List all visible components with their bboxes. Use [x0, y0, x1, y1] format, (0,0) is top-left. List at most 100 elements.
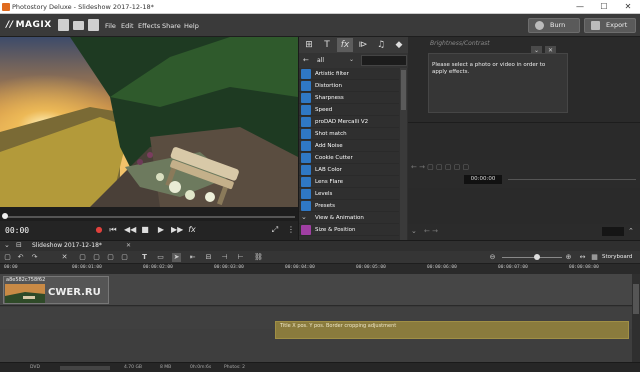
snap-icon[interactable]: ⊣: [220, 253, 229, 262]
to-start-icon[interactable]: ⏮: [108, 225, 118, 235]
effect-item[interactable]: Sharpness: [299, 92, 399, 104]
effect-item[interactable]: Artistic filter: [299, 68, 399, 80]
export-button[interactable]: Export: [584, 18, 636, 33]
effect-icon: [301, 81, 311, 91]
close-button[interactable]: ✕: [616, 0, 640, 14]
effect-item[interactable]: Lens Flare: [299, 176, 399, 188]
video-track[interactable]: a8e582c758f62 CWER.RU: [0, 274, 632, 306]
undo-arrows-icon[interactable]: ← →: [424, 227, 438, 235]
status-capacity: 4.70 GB: [124, 365, 143, 370]
effect-item[interactable]: ⌄ View & Animation: [299, 212, 399, 224]
project-tab[interactable]: Slideshow 2017-12-18*: [32, 242, 102, 249]
back-arrow-icon[interactable]: ←: [303, 56, 309, 64]
play-icon[interactable]: ▶: [156, 225, 166, 235]
tab-close-icon[interactable]: ✕: [126, 242, 131, 249]
menu-edit[interactable]: Edit: [121, 22, 134, 30]
more-options-icon[interactable]: ⋮: [286, 225, 296, 235]
select-tool-icon[interactable]: ➤: [172, 253, 181, 262]
expand-icon[interactable]: ⌃: [628, 227, 634, 235]
effect-item[interactable]: Speed: [299, 104, 399, 116]
save-icon[interactable]: [88, 19, 99, 31]
undo-icon[interactable]: ↶: [16, 253, 25, 262]
storyboard-label[interactable]: Storyboard: [602, 254, 632, 260]
photo-clip[interactable]: a8e582c758f62 CWER.RU: [3, 276, 109, 304]
status-used: 8 MB: [160, 365, 172, 370]
zoom-slider-handle[interactable]: [534, 254, 540, 260]
effects-scrollbar[interactable]: [400, 68, 407, 240]
effect-bar-label: Title X pos. Y pos. Border cropping adju…: [280, 323, 397, 329]
effect-item[interactable]: Presets: [299, 200, 399, 212]
menu-share[interactable]: Share: [162, 22, 181, 30]
link-icon[interactable]: ⛓: [254, 253, 263, 262]
range-tool-icon[interactable]: ⇤: [188, 253, 197, 262]
redo-icon[interactable]: ↷: [30, 253, 39, 262]
effect-item[interactable]: Levels: [299, 188, 399, 200]
fullscreen-icon[interactable]: ⤢: [270, 225, 280, 235]
effects-tabs: ⊞ T fx ⧐ ♫ ◆: [299, 37, 409, 53]
tab-collapse-icon[interactable]: ⊟: [16, 241, 22, 249]
time-ruler[interactable]: 00:00 00:00:01:00 00:00:02:00 00:00:03:0…: [0, 264, 640, 274]
delete-icon[interactable]: ✕: [60, 253, 69, 262]
rewind-icon[interactable]: ◀◀: [124, 225, 136, 235]
record-button[interactable]: ●: [94, 225, 104, 235]
video-preview[interactable]: [0, 37, 298, 207]
fx-button[interactable]: fx: [187, 225, 197, 235]
stop-icon[interactable]: ■: [140, 225, 150, 235]
paste-icon[interactable]: ▢: [92, 253, 101, 262]
new-file-icon[interactable]: [58, 19, 69, 31]
playhead-handle[interactable]: [2, 213, 8, 219]
maximize-button[interactable]: ☐: [592, 0, 616, 14]
effects-filter[interactable]: all: [317, 57, 324, 64]
transition-tab-icon[interactable]: ⧐: [355, 38, 371, 52]
keyframe-controls: ← → ▢ ▢ ▢ ▢ ▢ 00:00:00: [408, 160, 640, 188]
tag-tab-icon[interactable]: ◆: [391, 38, 407, 52]
project-tab-bar: ⌄ ⊟ Slideshow 2017-12-18* ✕: [0, 240, 640, 251]
burn-button[interactable]: Burn: [528, 18, 580, 33]
zoom-slider[interactable]: [502, 257, 562, 258]
zoom-out-icon[interactable]: ⊖: [488, 253, 497, 262]
align-icon[interactable]: ⊟: [204, 253, 213, 262]
minimize-button[interactable]: —: [568, 0, 592, 14]
copy-icon[interactable]: ▢: [78, 253, 87, 262]
chevron-down-icon[interactable]: ⌄: [4, 241, 10, 249]
split-icon[interactable]: ▢: [120, 253, 129, 262]
fast-forward-icon[interactable]: ▶▶: [171, 225, 183, 235]
pointer-icon[interactable]: ▢: [3, 253, 12, 262]
effect-item[interactable]: Shot match: [299, 128, 399, 140]
effect-label: proDAD Mercalli V2: [315, 119, 369, 125]
zoom-in-icon[interactable]: ⊕: [564, 253, 573, 262]
scrub-bar[interactable]: [0, 207, 298, 221]
music-tab-icon[interactable]: ♫: [373, 38, 389, 52]
fx-tab-icon[interactable]: fx: [337, 38, 353, 52]
trim-icon[interactable]: ▭: [156, 253, 165, 262]
timeline-scrollbar[interactable]: [632, 274, 640, 362]
menu-file[interactable]: File: [105, 22, 116, 30]
title-effect-bar[interactable]: Title X pos. Y pos. Border cropping adju…: [275, 321, 629, 339]
effect-item[interactable]: Cookie Cutter: [299, 152, 399, 164]
collapse-icon[interactable]: ⌄: [411, 227, 417, 235]
message-box: Please select a photo or video in order …: [428, 53, 568, 113]
effect-item[interactable]: Add Noise: [299, 140, 399, 152]
ruler-tick: 00:00:08:00: [569, 265, 599, 270]
text-icon[interactable]: T: [140, 253, 149, 262]
effects-search-input[interactable]: [361, 55, 407, 66]
storyboard-icon[interactable]: ▦: [590, 253, 599, 262]
keyframe-tools[interactable]: ← → ▢ ▢ ▢ ▢ ▢: [411, 163, 469, 171]
menu-effects[interactable]: Effects: [138, 22, 160, 30]
chevron-down-icon[interactable]: ⌄: [349, 56, 354, 63]
marker-icon[interactable]: ⊢: [236, 253, 245, 262]
fit-icon[interactable]: ↔: [578, 253, 587, 262]
effect-item[interactable]: Size & Position: [299, 224, 399, 236]
open-folder-icon[interactable]: [73, 21, 84, 30]
cut-icon[interactable]: ▢: [106, 253, 115, 262]
panel-footer: ⌄ ← → ⌃: [408, 224, 640, 240]
effect-item[interactable]: proDAD Mercalli V2: [299, 116, 399, 128]
effects-track[interactable]: Title X pos. Y pos. Border cropping adju…: [0, 321, 632, 362]
title-tab-icon[interactable]: T: [319, 38, 335, 52]
panel-title: Brightness/Contrast: [430, 40, 490, 47]
effect-item[interactable]: Distortion: [299, 80, 399, 92]
grid-tab-icon[interactable]: ⊞: [301, 38, 317, 52]
effect-label: LAB Color: [315, 167, 342, 173]
menu-help[interactable]: Help: [184, 22, 199, 30]
effect-item[interactable]: LAB Color: [299, 164, 399, 176]
